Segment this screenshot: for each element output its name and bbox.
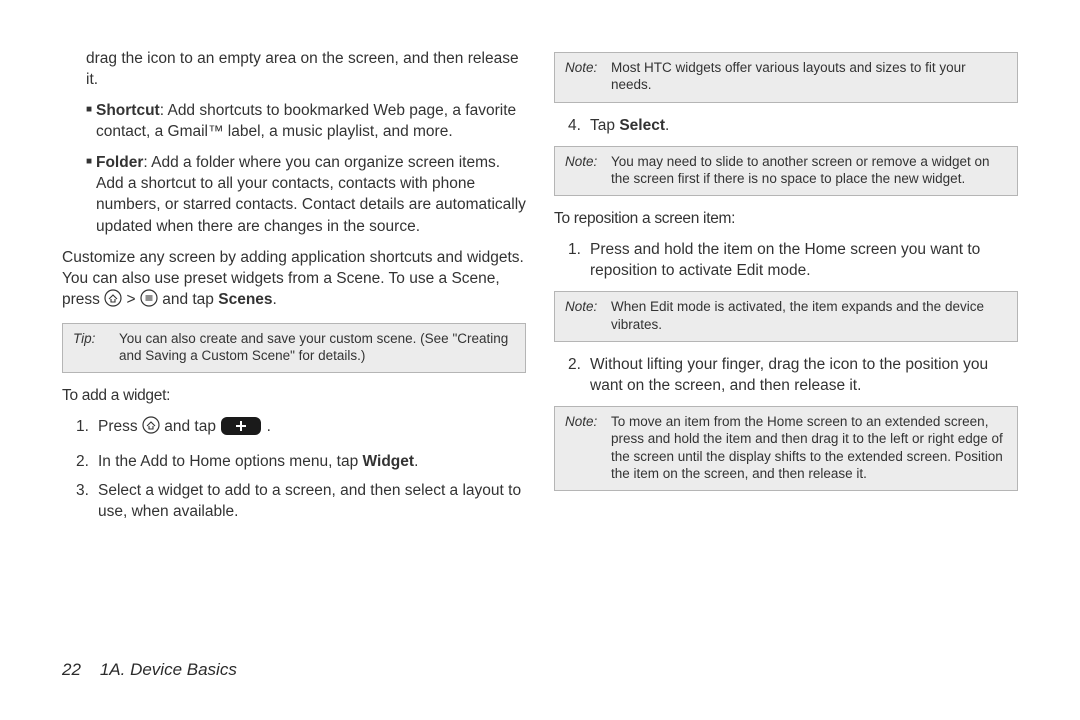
bullet-shortcut: ■ Shortcut: Add shortcuts to bookmarked … [62,100,526,142]
step-number: 2. [568,354,590,396]
plus-button-icon [220,416,262,442]
note-box-editmode: Note: When Edit mode is activated, the i… [554,291,1018,342]
step-4: 4. Tap Select. [554,115,1018,136]
step-body: Without lifting your finger, drag the ic… [590,354,1018,396]
note-body: To move an item from the Home screen to … [611,413,1007,482]
step-3: 3. Select a widget to add to a screen, a… [62,480,526,522]
step-number: 1. [76,416,98,442]
note-body: When Edit mode is activated, the item ex… [611,298,1007,333]
add-widget-steps: 1. Press and tap [62,416,526,521]
step-2: 2. Without lifting your finger, drag the… [554,354,1018,396]
note-box-layouts: Note: Most HTC widgets offer various lay… [554,52,1018,103]
step1-pre: Press [98,418,142,435]
customize-paragraph: Customize any screen by adding applicati… [62,247,526,313]
note-body: Most HTC widgets offer various layouts a… [611,59,1007,94]
step-body: Press and hold the item on the Home scre… [590,239,1018,281]
drag-paragraph: drag the icon to an empty area on the sc… [62,48,526,90]
tip-box: Tip: You can also create and save your c… [62,323,526,374]
home-icon [142,416,160,440]
folder-label: Folder [96,154,143,171]
folder-desc: : Add a folder where you can organize sc… [96,154,526,234]
step-body: In the Add to Home options menu, tap Wid… [98,451,526,472]
step-1: 1. Press and hold the item on the Home s… [554,239,1018,281]
page-footer: 22 1A. Device Basics [62,636,1018,680]
add-widget-step4: 4. Tap Select. [554,115,1018,136]
page-number: 22 [62,660,81,679]
add-widget-heading: To add a widget: [62,385,526,406]
reposition-step2: 2. Without lifting your finger, drag the… [554,354,1018,396]
customize-mid: > [127,291,140,308]
step-number: 3. [76,480,98,522]
square-bullet-icon: ■ [86,100,96,142]
shortcut-desc: : Add shortcuts to bookmarked Web page, … [96,102,516,140]
shortcut-label: Shortcut [96,102,160,119]
left-column: drag the icon to an empty area on the sc… [62,48,526,636]
note-body: You may need to slide to another screen … [611,153,1007,188]
step-2: 2. In the Add to Home options menu, tap … [62,451,526,472]
step2-post: . [414,453,418,470]
note-label: Note: [565,153,611,188]
reposition-step1: 1. Press and hold the item on the Home s… [554,239,1018,281]
menu-icon [140,289,158,313]
step-body: Press and tap [98,416,526,442]
note-label: Note: [565,59,611,94]
step-body: Select a widget to add to a screen, and … [98,480,526,522]
period: . [273,291,277,308]
columns: drag the icon to an empty area on the sc… [62,48,1018,636]
home-icon [104,289,122,313]
tip-label: Tip: [73,330,119,365]
step-number: 4. [568,115,590,136]
step2-bold: Widget [363,453,415,470]
note-label: Note: [565,298,611,333]
tip-body: You can also create and save your custom… [119,330,515,365]
bullet-folder: ■ Folder: Add a folder where you can org… [62,152,526,236]
customize-post: and tap [162,291,218,308]
reposition-heading: To reposition a screen item: [554,208,1018,229]
step4-post: . [665,117,669,134]
step4-pre: Tap [590,117,619,134]
step-number: 2. [76,451,98,472]
manual-page: drag the icon to an empty area on the sc… [0,0,1080,720]
note-box-slide: Note: You may need to slide to another s… [554,146,1018,197]
note-box-extended: Note: To move an item from the Home scre… [554,406,1018,491]
step2-pre: In the Add to Home options menu, tap [98,453,363,470]
right-column: Note: Most HTC widgets offer various lay… [554,48,1018,636]
step-body: Tap Select. [590,115,1018,136]
step-number: 1. [568,239,590,281]
bullet-text: Folder: Add a folder where you can organ… [96,152,526,236]
square-bullet-icon: ■ [86,152,96,236]
step-1: 1. Press and tap [62,416,526,442]
step1-mid: and tap [164,418,220,435]
step4-bold: Select [619,117,665,134]
note-label: Note: [565,413,611,482]
step1-post: . [267,418,271,435]
scenes-label: Scenes [218,291,272,308]
bullet-text: Shortcut: Add shortcuts to bookmarked We… [96,100,526,142]
section-title: 1A. Device Basics [100,660,237,679]
